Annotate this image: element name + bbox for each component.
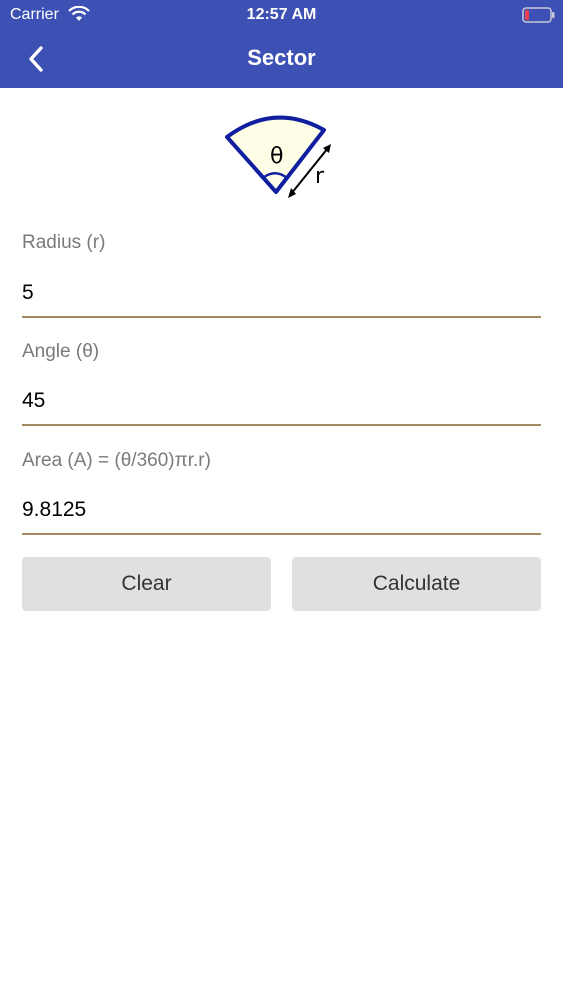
radius-symbol: r — [315, 164, 325, 189]
navigation-bar: Sector — [0, 30, 563, 88]
theta-symbol: θ — [270, 144, 283, 169]
sector-diagram: θ r — [225, 115, 331, 198]
calculate-button[interactable]: Calculate — [292, 557, 541, 611]
angle-input[interactable] — [22, 378, 541, 426]
status-time: 12:57 AM — [246, 6, 317, 23]
page-title: Sector — [247, 45, 316, 70]
area-output[interactable] — [22, 487, 541, 535]
angle-label: Angle (θ) — [22, 341, 100, 362]
clear-button[interactable]: Clear — [22, 557, 271, 611]
battery-low-icon — [522, 7, 555, 23]
radius-label: Radius (r) — [22, 232, 106, 253]
status-bar: Carrier 12:57 AM — [0, 0, 563, 30]
radius-input[interactable] — [22, 270, 541, 318]
area-label: Area (A) = (θ/360)πr.r) — [22, 450, 211, 471]
